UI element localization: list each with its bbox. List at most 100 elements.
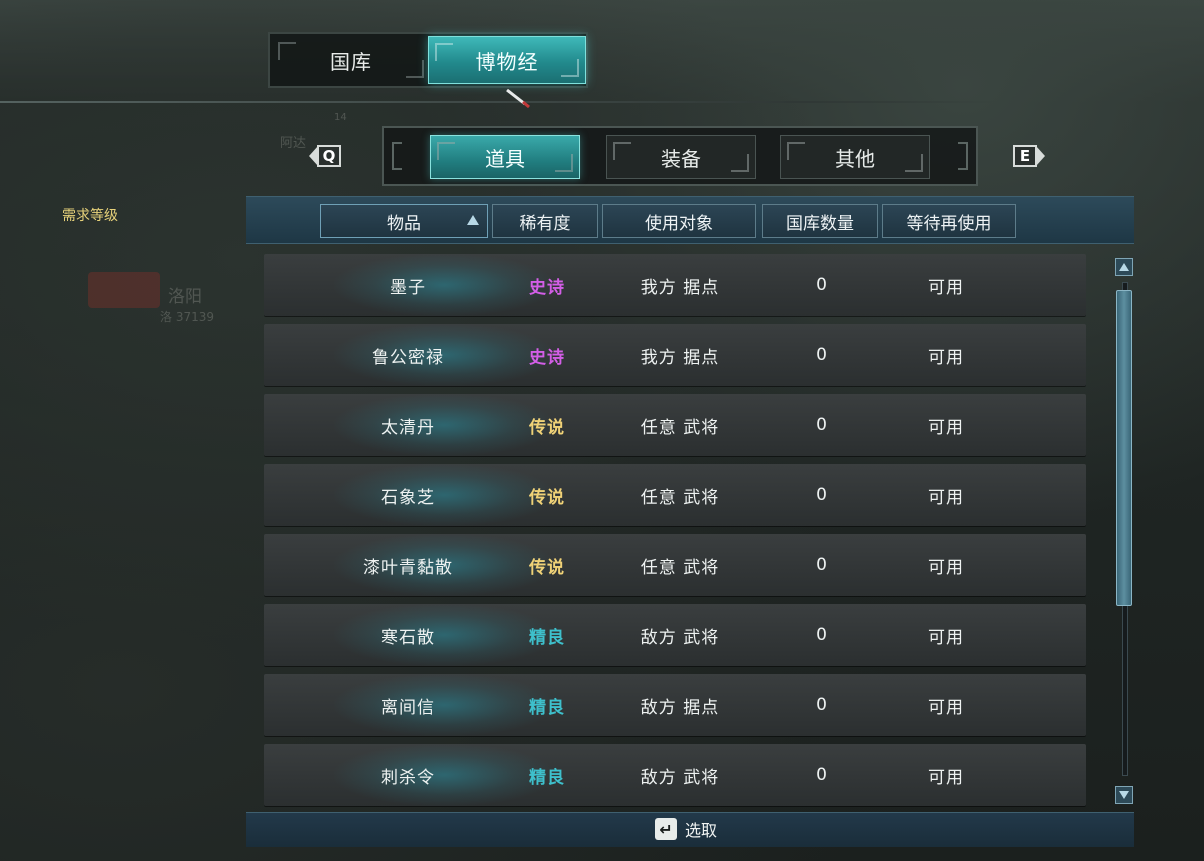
- column-header-stock[interactable]: 国库数量: [762, 204, 878, 238]
- tab-other[interactable]: 其他: [780, 135, 930, 179]
- item-name: 石象芝: [381, 487, 435, 508]
- tab-ornament-icon: [787, 142, 805, 160]
- table-row[interactable]: 墨子 史诗 我方 据点 0 可用: [264, 254, 1086, 316]
- tab-treasury[interactable]: 国库: [272, 36, 430, 84]
- tab-items-label: 道具: [485, 146, 525, 171]
- next-category-key[interactable]: E: [1008, 141, 1050, 171]
- item-stock: 0: [816, 485, 828, 505]
- item-name: 离间信: [381, 697, 435, 718]
- item-rarity: 史诗: [529, 347, 565, 368]
- arrow-right-icon: [1036, 146, 1045, 166]
- item-target: 敌方 据点: [640, 697, 720, 718]
- item-rarity: 精良: [529, 697, 565, 718]
- tab-equipment-label: 装备: [661, 146, 701, 171]
- q-key-icon: Q: [317, 145, 341, 167]
- header-divider: [0, 101, 996, 103]
- table-row[interactable]: 离间信 精良 敌方 据点 0 可用: [264, 674, 1086, 736]
- table-row[interactable]: 漆叶青黏散 传说 任意 武将 0 可用: [264, 534, 1086, 596]
- column-header-target-label: 使用对象: [645, 213, 713, 234]
- column-header-rarity-label: 稀有度: [519, 213, 571, 234]
- select-action[interactable]: ↵ 选取: [655, 817, 717, 841]
- scrollbar-thumb[interactable]: [1116, 290, 1132, 606]
- game-screen: 洛阳 洛 37139 14 阿达 国库 博物经 Q 道具 装备 其他 E 需求等…: [0, 0, 1204, 861]
- item-name: 漆叶青黏散: [363, 557, 453, 578]
- tab-ornament-icon: [905, 154, 923, 172]
- frame-ornament-icon: [958, 142, 968, 170]
- table-row[interactable]: 太清丹 传说 任意 武将 0 可用: [264, 394, 1086, 456]
- item-target: 任意 武将: [640, 557, 720, 578]
- item-rarity: 精良: [529, 767, 565, 788]
- chevron-up-icon: [1119, 263, 1129, 271]
- frame-ornament-icon: [392, 142, 402, 170]
- item-name: 刺杀令: [381, 767, 435, 788]
- table-row[interactable]: 石象芝 传说 任意 武将 0 可用: [264, 464, 1086, 526]
- item-cooldown: 可用: [928, 347, 964, 368]
- table-header: 物品 稀有度 使用对象 国库数量 等待再使用: [246, 196, 1134, 244]
- item-rarity: 传说: [529, 487, 565, 508]
- item-cooldown: 可用: [928, 417, 964, 438]
- item-rarity: 传说: [529, 557, 565, 578]
- table-row[interactable]: 刺杀令 精良 敌方 武将 0 可用: [264, 744, 1086, 806]
- item-cooldown: 可用: [928, 487, 964, 508]
- item-stock: 0: [816, 275, 828, 295]
- item-stock: 0: [816, 415, 828, 435]
- scroll-up-button[interactable]: [1115, 258, 1133, 276]
- chevron-down-icon: [1119, 791, 1129, 799]
- tab-ornament-icon: [613, 142, 631, 160]
- table-row[interactable]: 寒石散 精良 敌方 武将 0 可用: [264, 604, 1086, 666]
- tab-ornament-icon: [731, 154, 749, 172]
- map-marker-number: 14: [334, 112, 347, 123]
- tab-ornament-icon: [555, 154, 573, 172]
- tab-ornament-icon: [437, 142, 455, 160]
- item-stock: 0: [816, 625, 828, 645]
- item-rarity: 精良: [529, 627, 565, 648]
- tab-ornament-icon: [435, 43, 453, 61]
- item-cooldown: 可用: [928, 627, 964, 648]
- item-name: 太清丹: [381, 417, 435, 438]
- sub-tab-bar: 道具 装备 其他: [382, 126, 978, 186]
- e-key-icon: E: [1013, 145, 1037, 167]
- tab-ornament-icon: [561, 59, 579, 77]
- tab-equipment[interactable]: 装备: [606, 135, 756, 179]
- column-header-item-label: 物品: [387, 213, 421, 234]
- column-header-rarity[interactable]: 稀有度: [492, 204, 598, 238]
- item-cooldown: 可用: [928, 767, 964, 788]
- item-name: 寒石散: [381, 627, 435, 648]
- item-stock: 0: [816, 345, 828, 365]
- brush-cursor-icon: [506, 88, 530, 108]
- column-header-item[interactable]: 物品: [320, 204, 488, 238]
- prev-category-key[interactable]: Q: [304, 141, 346, 171]
- select-label: 选取: [685, 821, 718, 840]
- item-stock: 0: [816, 765, 828, 785]
- item-stock: 0: [816, 695, 828, 715]
- tab-ornament-icon: [406, 60, 424, 78]
- item-rarity: 史诗: [529, 277, 565, 298]
- column-header-cooldown-label: 等待再使用: [906, 213, 992, 234]
- item-target: 任意 武将: [640, 487, 720, 508]
- scroll-down-button[interactable]: [1115, 786, 1133, 804]
- tab-other-label: 其他: [835, 146, 875, 171]
- column-header-cooldown[interactable]: 等待再使用: [882, 204, 1016, 238]
- item-target: 任意 武将: [640, 417, 720, 438]
- item-list: 墨子 史诗 我方 据点 0 可用 鲁公密禄 史诗 我方 据点 0 可用 太清丹 …: [264, 254, 1086, 814]
- item-target: 我方 据点: [640, 347, 720, 368]
- item-cooldown: 可用: [928, 697, 964, 718]
- table-row[interactable]: 鲁公密禄 史诗 我方 据点 0 可用: [264, 324, 1086, 386]
- required-level-filter[interactable]: 需求等级: [62, 205, 118, 225]
- sort-ascending-icon: [467, 215, 479, 225]
- item-stock: 0: [816, 555, 828, 575]
- tab-ornament-icon: [278, 42, 296, 60]
- item-name: 墨子: [390, 277, 426, 298]
- tab-encyclopedia-label: 博物经: [475, 49, 539, 74]
- item-cooldown: 可用: [928, 557, 964, 578]
- tab-items[interactable]: 道具: [430, 135, 580, 179]
- tab-encyclopedia[interactable]: 博物经: [428, 36, 586, 84]
- column-header-target[interactable]: 使用对象: [602, 204, 756, 238]
- enter-key-icon: ↵: [655, 818, 677, 840]
- item-target: 敌方 武将: [640, 767, 720, 788]
- map-region-marker: [88, 272, 160, 308]
- tab-treasury-label: 国库: [330, 49, 372, 74]
- item-target: 敌方 武将: [640, 627, 720, 648]
- item-rarity: 传说: [529, 417, 565, 438]
- map-town-label: 阿达: [280, 136, 307, 151]
